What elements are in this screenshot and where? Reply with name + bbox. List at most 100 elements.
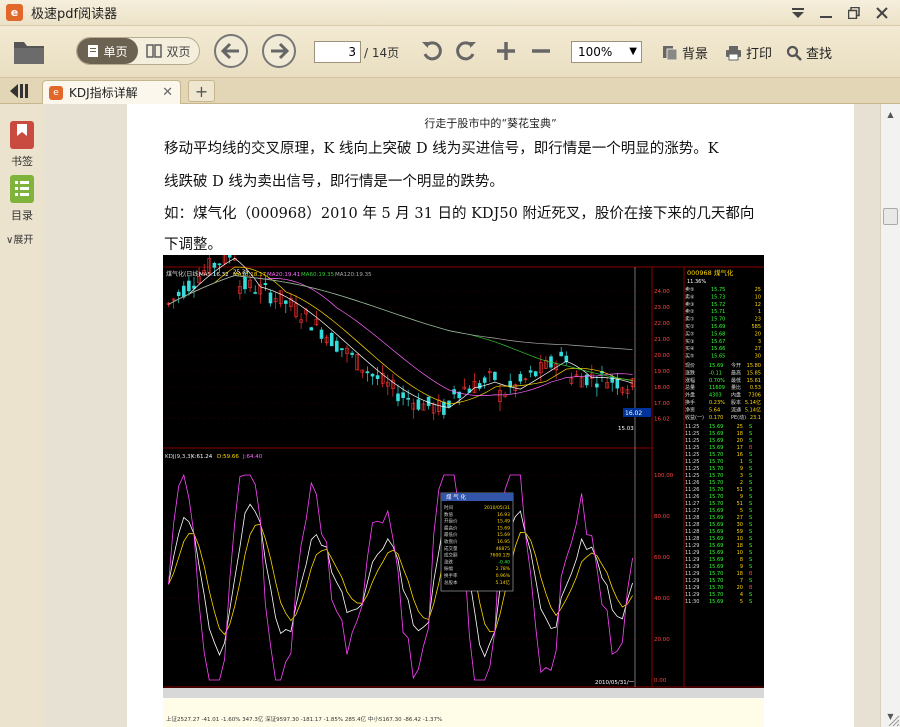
paragraph-line: 移动平均线的交叉原理，K 线向上突破 D 线为买进信号，即行情是一个明显的涨势。…: [164, 141, 719, 157]
tick-price: 15.69: [709, 529, 723, 535]
low-annotation: 15.03: [618, 426, 634, 432]
stat-value: 0.23%: [709, 400, 725, 406]
tab-document[interactable]: e KDJ指标详解 ✕: [42, 80, 181, 104]
scrollbar-thumb[interactable]: [883, 208, 898, 225]
candle-body: [518, 374, 523, 382]
tick-price: 15.69: [709, 543, 723, 549]
background-button[interactable]: 背景: [662, 43, 708, 62]
stat-key: 换手: [685, 399, 695, 406]
y-tick-label: 60.00: [654, 555, 670, 561]
tick-price: 15.70: [709, 473, 723, 479]
paragraph-line: 下调整。: [164, 237, 222, 253]
quote-level: 买⑤: [685, 353, 694, 360]
tick-volume: 7: [740, 578, 743, 584]
y-tick-label: 0.00: [654, 678, 667, 684]
page-number-input[interactable]: 3: [314, 41, 361, 63]
close-icon[interactable]: [870, 3, 894, 23]
quote-level: 买③: [685, 338, 694, 345]
info-box-key: 总股本: [444, 579, 458, 586]
stat-key: 现价: [685, 363, 695, 369]
rotate-left-button[interactable]: [419, 38, 445, 64]
resize-grip-icon[interactable]: [884, 711, 900, 727]
kdj-line: [168, 523, 633, 636]
print-button[interactable]: 打印: [725, 43, 772, 62]
tick-side: S: [749, 508, 752, 514]
stat-key: PE(动): [731, 414, 746, 421]
info-box-key: 涨跌: [444, 558, 453, 565]
search-icon: [786, 45, 802, 61]
quote-price: 15.69: [711, 324, 725, 330]
next-page-button[interactable]: [262, 34, 296, 68]
collapse-sidebar-button[interactable]: [6, 81, 32, 101]
close-tab-icon[interactable]: ✕: [162, 85, 173, 100]
tab-title: KDJ指标详解: [69, 86, 138, 100]
quote-volume: 3: [758, 339, 761, 345]
toc-button[interactable]: 目录: [5, 174, 39, 223]
bookmark-button[interactable]: 书签: [5, 120, 39, 169]
menu-icon[interactable]: [786, 3, 810, 23]
tick-time: 11:25: [685, 438, 699, 444]
kdj-legend: KDJ(9,3,3): [165, 454, 193, 460]
candle-body: [396, 393, 400, 402]
tick-volume: 20: [737, 438, 743, 444]
tick-time: 11:25: [685, 452, 699, 458]
chart-title: 煤气化(日线): [166, 270, 201, 278]
tick-volume: 18: [737, 571, 743, 577]
tick-price: 15.70: [709, 466, 723, 472]
print-label: 打印: [746, 47, 773, 62]
tick-time: 11:29: [685, 571, 699, 577]
candle-body: [615, 379, 620, 389]
tick-side: S: [749, 536, 752, 542]
restore-icon[interactable]: [842, 3, 866, 23]
single-page-button[interactable]: 单页: [77, 38, 138, 64]
quote-volume: 20: [755, 331, 761, 337]
new-tab-button[interactable]: +: [188, 80, 215, 102]
info-box-value: 16.93: [497, 512, 510, 518]
y-tick-label: 19.00: [654, 369, 670, 375]
double-page-button[interactable]: 双页: [138, 38, 199, 64]
tick-volume: 9: [740, 494, 743, 500]
footer-text: 上证2527.27 -41.01 -1.60% 347.3亿 深证9597.30…: [166, 715, 442, 723]
collapse-left-icon: [10, 84, 28, 98]
scroll-up-icon[interactable]: ▲: [884, 108, 897, 120]
tick-time: 11:29: [685, 543, 699, 549]
stat-key: 涨跌: [685, 369, 695, 376]
document-viewport[interactable]: 行走于股市中的“葵花宝典” 移动平均线的交叉原理，K 线向上突破 D 线为买进信…: [44, 104, 880, 727]
expand-button[interactable]: ∨展开: [6, 231, 33, 246]
tick-volume: 9: [740, 466, 743, 472]
stat-key: 今开: [731, 362, 741, 369]
stat-value: 15.69: [709, 363, 723, 369]
moving-average-line: [168, 257, 633, 408]
candle-body: [243, 276, 247, 290]
bookmark-icon: [10, 121, 34, 149]
rotate-right-button[interactable]: [453, 38, 479, 64]
candle-body: [493, 371, 497, 380]
zoom-value: 100%: [578, 45, 613, 59]
info-box-value: 15.49: [497, 519, 510, 525]
vertical-scrollbar[interactable]: ▲ ▼: [880, 104, 900, 727]
zoom-out-button[interactable]: [529, 39, 553, 63]
info-box-value: 16.95: [497, 539, 510, 545]
tick-time: 11:28: [685, 515, 699, 521]
zoom-in-button[interactable]: [494, 39, 518, 63]
find-button[interactable]: 查找: [786, 43, 832, 62]
previous-page-button[interactable]: [214, 34, 248, 68]
stat-value: 15.80: [747, 363, 761, 369]
minimize-icon[interactable]: [814, 3, 838, 23]
open-file-button[interactable]: [12, 36, 46, 68]
tick-time: 11:28: [685, 522, 699, 528]
tick-volume: 10: [737, 536, 743, 542]
stat-value: 0.53: [750, 385, 761, 391]
info-box-value: 5.14亿: [495, 579, 510, 586]
tick-side: S: [749, 550, 752, 556]
candle-body: [227, 255, 232, 258]
candle-body: [426, 396, 431, 406]
tick-time: 11:26: [685, 494, 699, 500]
zoom-select[interactable]: 100% ▼: [571, 41, 642, 63]
tick-price: 15.70: [709, 592, 723, 598]
info-box-value: 7600.1万: [490, 553, 511, 559]
stat-value: 4303: [709, 393, 722, 399]
info-box-value: -0.40: [498, 559, 510, 565]
quote-price: 15.70: [711, 317, 725, 323]
info-box-key: 成交额: [444, 552, 458, 559]
